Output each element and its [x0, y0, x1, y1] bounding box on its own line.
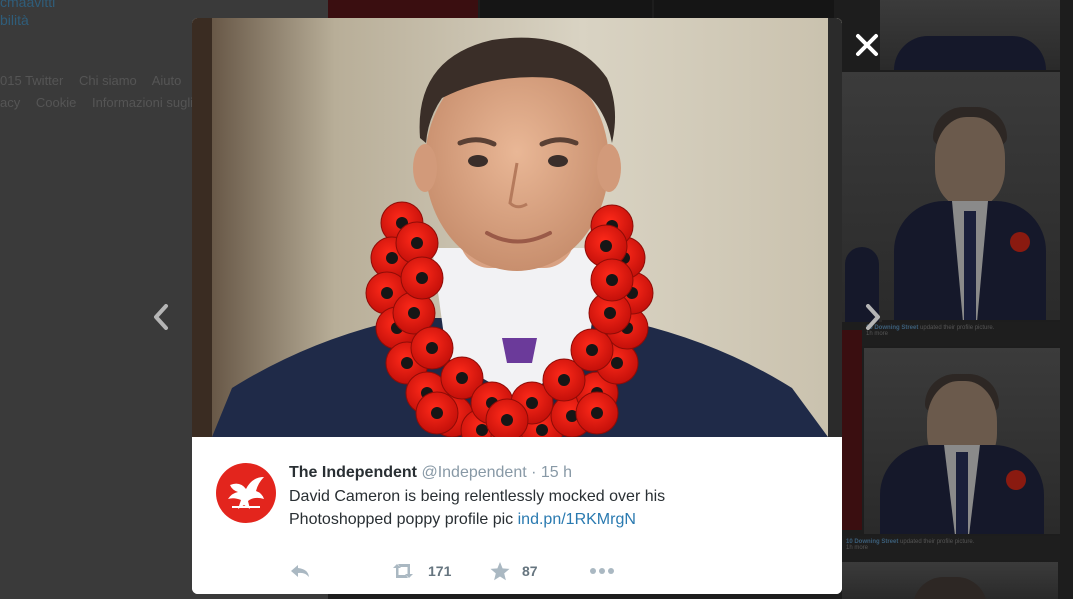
author-handle[interactable]: @Independent [421, 464, 526, 481]
more-button[interactable] [589, 559, 615, 583]
footer-link[interactable]: Cookie [36, 95, 76, 110]
avatar[interactable] [216, 463, 276, 523]
footer-link[interactable]: acy [0, 95, 20, 110]
photo-tile[interactable] [864, 348, 1060, 534]
header-separator: · [531, 464, 537, 481]
photo-tile[interactable] [842, 562, 1058, 599]
photo-tile[interactable] [880, 72, 1060, 320]
previous-photo-button[interactable] [148, 300, 174, 334]
close-button[interactable] [852, 30, 882, 60]
tweet-photo[interactable] [192, 18, 842, 437]
tweet-card: The Independent @Independent · 15 h Davi… [192, 437, 842, 594]
media-modal: The Independent @Independent · 15 h Davi… [192, 18, 842, 594]
tweet-link[interactable]: ind.pn/1RKMrgN [518, 511, 636, 528]
star-icon [490, 561, 510, 580]
tweet-text: David Cameron is being relentlessly mock… [289, 485, 759, 531]
photo-tile[interactable] [328, 0, 478, 20]
favorite-count: 87 [522, 563, 538, 579]
thumb-caption: 10 Downing Street updated their profile … [842, 536, 1060, 560]
bg-text-line: cmaavitti [0, 0, 56, 10]
photo-tile[interactable] [880, 0, 1060, 70]
thumb-caption-text: updated their profile picture. [900, 539, 975, 545]
close-icon [856, 34, 878, 56]
eagle-logo-icon [228, 477, 264, 509]
author-name[interactable]: The Independent [289, 464, 417, 481]
tweet-actions: 171 87 [289, 559, 729, 583]
tweet-header: The Independent @Independent · 15 h [289, 464, 572, 482]
retweet-icon [393, 564, 413, 578]
chevron-right-icon [866, 304, 880, 330]
thumb-caption: 10 Downing Street updated their profile … [862, 322, 1060, 346]
tweet-text-line: David Cameron is being relentlessly mock… [289, 488, 666, 505]
more-dots-icon [590, 568, 614, 574]
retweet-button[interactable]: 171 [390, 559, 451, 583]
footer-link[interactable]: Chi siamo [79, 73, 137, 88]
footer-link[interactable]: 015 Twitter [0, 73, 63, 88]
retweet-count: 171 [428, 563, 452, 579]
photo-tile[interactable] [842, 330, 862, 530]
thumb-caption-sub: 1h more [846, 545, 869, 551]
photo-tile[interactable] [480, 0, 652, 20]
reply-icon [291, 565, 309, 577]
photo-tile[interactable] [842, 72, 882, 322]
tweet-text-line: Photoshopped poppy profile pic [289, 511, 514, 528]
bg-text-line: bilità [0, 12, 29, 28]
next-photo-button[interactable] [860, 300, 886, 334]
reply-button[interactable] [289, 559, 311, 583]
tweet-timestamp[interactable]: 15 h [541, 464, 572, 481]
thumb-caption-text: updated their profile picture. [920, 325, 995, 331]
favorite-button[interactable]: 87 [490, 559, 538, 583]
photo-illustration [192, 18, 842, 437]
chevron-left-icon [154, 304, 168, 330]
photo-tile[interactable] [654, 0, 834, 20]
footer-link[interactable]: Aiuto [152, 73, 182, 88]
